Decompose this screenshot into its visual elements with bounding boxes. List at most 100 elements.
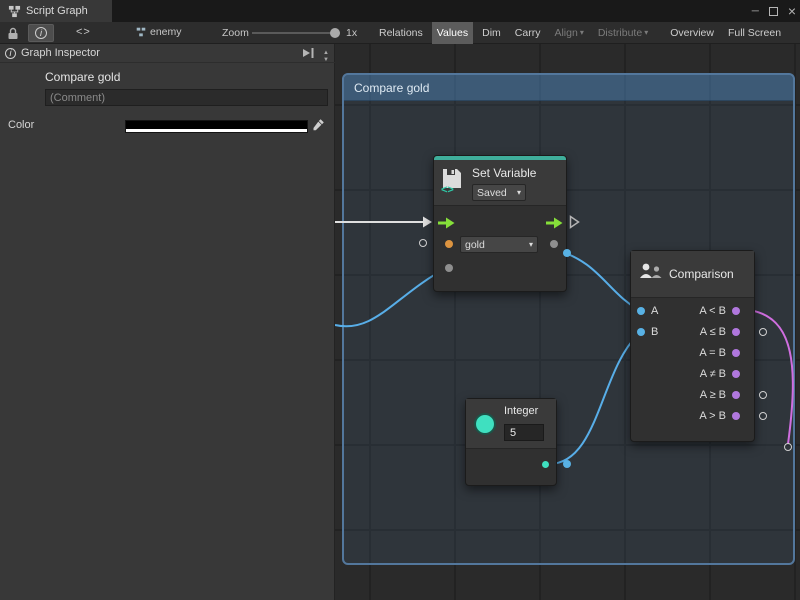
script-graph-icon	[8, 5, 21, 18]
graph-toolbar: i <> enemy Zoom 1x Relations Values Dim …	[0, 22, 800, 44]
input-label: A	[651, 305, 658, 317]
comparison-header[interactable]: Comparison	[631, 251, 754, 298]
node-integer[interactable]: Integer 5	[465, 398, 557, 486]
comparison-icon	[639, 262, 663, 282]
node-comparison[interactable]: Comparison A A < B B A ≤ B A = B A ≠ B	[630, 250, 755, 442]
flow-out-port[interactable]	[546, 217, 563, 229]
align-button[interactable]: Align ▾	[549, 22, 588, 44]
value-out-port[interactable]	[550, 240, 558, 248]
overview-button[interactable]: Overview	[665, 22, 719, 44]
input-label: B	[651, 326, 658, 338]
zoom-slider[interactable]	[252, 22, 340, 44]
unconnected-port-circle[interactable]	[759, 412, 767, 420]
flow-out-triangle[interactable]	[569, 215, 580, 229]
output-port-a-lt-b[interactable]	[732, 307, 740, 315]
output-port-a-neq-b[interactable]	[732, 370, 740, 378]
window-tab-bar: Script Graph ─ ×	[0, 0, 800, 22]
integer-type-icon	[474, 413, 496, 435]
fullscreen-button[interactable]: Full Screen	[723, 22, 786, 44]
chevron-down-icon: ▾	[517, 189, 521, 197]
svg-text:<>: <>	[441, 184, 454, 194]
group-header[interactable]: Compare gold	[344, 75, 793, 101]
output-port-a-lte-b[interactable]	[732, 328, 740, 336]
carry-button[interactable]: Carry	[510, 22, 546, 44]
comment-input[interactable]	[45, 89, 328, 106]
output-label: A ≠ B	[700, 368, 726, 380]
info-icon: i	[35, 27, 47, 39]
dock-arrow-icon[interactable]	[302, 47, 315, 59]
eyedropper-icon[interactable]	[312, 118, 325, 131]
zoom-slider-track	[252, 32, 340, 34]
inspector-graph-title: Compare gold	[45, 70, 120, 84]
set-variable-header[interactable]: <> Set Variable Saved ▾	[434, 160, 566, 206]
zoom-slider-handle[interactable]	[330, 28, 340, 38]
unconnected-port-circle[interactable]	[419, 239, 427, 247]
comparison-row: A A < B	[631, 301, 754, 322]
node-title: Integer	[504, 405, 538, 417]
graph-asset-icon	[136, 27, 146, 37]
output-label: A < B	[699, 305, 726, 317]
scroll-spinner[interactable]: ▲▼	[319, 44, 333, 68]
input-port-b[interactable]	[637, 328, 645, 336]
unconnected-port-circle[interactable]	[759, 328, 767, 336]
zoom-value: 1x	[346, 27, 357, 39]
color-swatch[interactable]	[125, 120, 308, 133]
output-label: A > B	[699, 410, 726, 422]
integer-header[interactable]: Integer 5	[466, 399, 556, 449]
chevron-down-icon: ▾	[529, 241, 533, 249]
lock-icon[interactable]	[7, 27, 19, 40]
tab-label: Script Graph	[26, 5, 88, 17]
unity-script-graph-window: Script Graph ─ × i <> enemy Zoom	[0, 0, 800, 600]
minimize-button[interactable]: ─	[752, 6, 759, 17]
output-port-a-eq-b[interactable]	[732, 349, 740, 357]
close-button[interactable]: ×	[788, 0, 796, 22]
unconnected-port-circle[interactable]	[784, 443, 792, 451]
relations-button[interactable]: Relations	[374, 22, 428, 44]
comparison-row: A = B	[631, 343, 754, 364]
integer-value-field[interactable]: 5	[504, 424, 544, 441]
output-port-a-gt-b[interactable]	[732, 412, 740, 420]
tab-script-graph[interactable]: Script Graph	[0, 0, 112, 22]
comparison-row: A ≥ B	[631, 385, 754, 406]
comparison-row: A ≠ B	[631, 364, 754, 385]
unconnected-port-circle[interactable]	[759, 391, 767, 399]
color-value-area	[126, 121, 307, 129]
wire-endpoint-dot[interactable]	[563, 460, 571, 468]
maximize-button[interactable]	[769, 7, 778, 16]
node-title: Comparison	[669, 267, 734, 281]
comparison-rows: A A < B B A ≤ B A = B A ≠ B A ≥ B	[631, 301, 754, 427]
graph-reference[interactable]: enemy	[136, 26, 182, 38]
output-label: A = B	[699, 347, 726, 359]
graph-inspector-panel: i Graph Inspector ▲▼ Compare gold Color	[0, 44, 335, 600]
comparison-row: B A ≤ B	[631, 322, 754, 343]
info-icon: i	[5, 48, 16, 59]
variable-name-port[interactable]	[445, 240, 453, 248]
values-button[interactable]: Values	[432, 22, 473, 44]
dim-button[interactable]: Dim	[477, 22, 506, 44]
node-set-variable[interactable]: <> Set Variable Saved ▾ gold ▾	[433, 155, 567, 292]
value-in-port[interactable]	[445, 264, 453, 272]
save-variable-icon: <>	[440, 168, 464, 194]
color-label: Color	[8, 119, 34, 131]
output-port-a-gte-b[interactable]	[732, 391, 740, 399]
output-label: A ≤ B	[700, 326, 726, 338]
wire-endpoint-dot[interactable]	[563, 249, 571, 257]
variable-kind-dropdown[interactable]: Saved ▾	[472, 184, 526, 201]
chevron-down-icon: ▾	[644, 29, 648, 37]
inspector-toggle-button[interactable]: i	[28, 24, 54, 42]
input-port-a[interactable]	[637, 307, 645, 315]
integer-out-port[interactable]	[542, 461, 549, 468]
distribute-button[interactable]: Distribute ▾	[593, 22, 653, 44]
output-label: A ≥ B	[700, 389, 726, 401]
variable-select-dropdown[interactable]: gold ▾	[460, 236, 538, 253]
group-title: Compare gold	[354, 81, 429, 95]
code-icon[interactable]: <>	[76, 26, 91, 38]
toolbar-buttons: Relations Values Dim Carry Align ▾ Distr…	[374, 22, 786, 44]
graph-inspector-header[interactable]: i Graph Inspector ▲▼	[0, 44, 335, 63]
chevron-down-icon: ▾	[580, 29, 584, 37]
window-controls: ─ ×	[752, 0, 796, 22]
flow-in-port[interactable]	[438, 217, 455, 229]
variable-kind-value: Saved	[477, 187, 507, 199]
comparison-row: A > B	[631, 406, 754, 427]
variable-name-value: gold	[465, 239, 485, 251]
